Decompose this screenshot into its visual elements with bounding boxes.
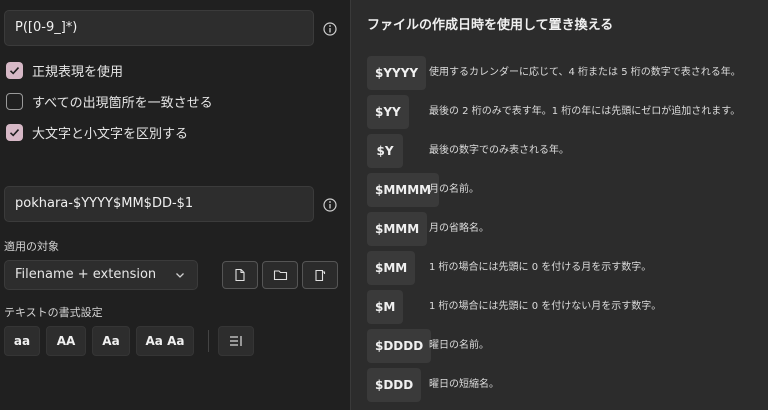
list-item[interactable]: $YY 最後の 2 桁のみで表す年。1 桁の年には先頭にゼロが追加されます。 (367, 95, 767, 131)
list-item[interactable]: $MMM 月の省略名。 (367, 212, 767, 248)
option-match-all[interactable]: すべての出現箇所を一致させる (6, 90, 213, 112)
uppercase-button[interactable]: AA (46, 326, 86, 356)
variable-description: 最後の 2 桁のみで表す年。1 桁の年には先頭にゼロが追加されます。 (429, 106, 741, 117)
list-item[interactable]: $YYYY 使用するカレンダーに応じて、4 桁または 5 桁の数字で表される年。 (367, 56, 767, 92)
replace-input[interactable]: pokhara-$YYYY$MM$DD-$1 (4, 186, 314, 222)
list-item[interactable]: $MM 1 桁の場合には先頭に 0 を付ける月を示す数字。 (367, 251, 767, 287)
date-variables-panel: ファイルの作成日時を使用して置き換える $YYYY 使用するカレンダーに応じて、… (350, 0, 768, 410)
list-item[interactable]: $M 1 桁の場合には先頭に 0 を付けない月を示す数字。 (367, 290, 767, 326)
variable-token[interactable]: $DDD (367, 368, 422, 402)
variable-description: 使用するカレンダーに応じて、4 桁または 5 桁の数字で表される年。 (429, 67, 741, 78)
variable-description: 月の名前。 (429, 184, 479, 195)
file-copy-icon (315, 269, 326, 282)
list-item[interactable]: $DDDD 曜日の名前。 (367, 329, 767, 365)
apply-to-selected: Filename + extension (15, 267, 157, 282)
chevron-down-icon (176, 273, 184, 278)
lowercase-button[interactable]: aa (4, 326, 40, 356)
titlecase-button[interactable]: Aa (92, 326, 130, 356)
text-format-label: テキストの書式設定 (4, 306, 103, 319)
list-item[interactable]: $Y 最後の数字でのみ表される年。 (367, 134, 767, 170)
folder-icon (273, 270, 287, 281)
file-icon (235, 268, 245, 282)
variable-token[interactable]: $M (367, 290, 404, 324)
info-icon[interactable] (323, 198, 337, 212)
apply-to-label: 適用の対象 (4, 240, 59, 253)
list-item[interactable]: $DDD 曜日の短縮名。 (367, 368, 767, 404)
checkbox-checked[interactable] (6, 61, 23, 79)
variable-description: 曜日の短縮名。 (429, 379, 499, 390)
apply-to-dropdown[interactable]: Filename + extension (4, 260, 198, 290)
enumerate-button[interactable] (218, 326, 254, 356)
checkbox-checked[interactable] (6, 123, 23, 141)
info-icon[interactable] (323, 22, 337, 36)
left-pane: P([0-9_]*) 正規表現を使用 すべての出現箇所を一致させる 大文字と小文… (0, 0, 350, 410)
file-scope-button[interactable] (222, 261, 258, 289)
variable-token[interactable]: $Y (367, 134, 403, 168)
item-scope-button[interactable] (302, 261, 338, 289)
variable-description: 曜日の名前。 (429, 340, 489, 351)
checkbox-unchecked[interactable] (6, 92, 23, 110)
variable-description: 1 桁の場合には先頭に 0 を付けない月を示す数字。 (429, 301, 662, 312)
numbered-list-icon (230, 336, 242, 346)
capitalize-words-button[interactable]: Aa Aa (136, 326, 194, 356)
variable-description: 1 桁の場合には先頭に 0 を付ける月を示す数字。 (429, 262, 652, 273)
option-use-regex[interactable]: 正規表現を使用 (6, 59, 123, 81)
variable-token[interactable]: $YY (367, 95, 409, 129)
list-item[interactable]: $MMMM 月の名前。 (367, 173, 767, 209)
search-input[interactable]: P([0-9_]*) (4, 10, 314, 46)
option-label: すべての出現箇所を一致させる (32, 95, 213, 111)
variable-description: 最後の数字でのみ表される年。 (429, 145, 569, 156)
variable-token[interactable]: $MM (367, 251, 416, 285)
folder-scope-button[interactable] (262, 261, 298, 289)
variable-token[interactable]: $YYYY (367, 56, 427, 90)
option-label: 大文字と小文字を区別する (32, 126, 189, 142)
divider (208, 330, 209, 352)
option-case-sensitive[interactable]: 大文字と小文字を区別する (6, 121, 188, 143)
checkmark-icon (9, 128, 20, 137)
panel-title: ファイルの作成日時を使用して置き換える (367, 18, 614, 33)
variable-token[interactable]: $MMM (367, 212, 428, 246)
option-label: 正規表現を使用 (32, 64, 124, 80)
variable-description: 月の省略名。 (429, 223, 489, 234)
checkmark-icon (9, 66, 20, 75)
variable-token[interactable]: $DDDD (367, 329, 432, 363)
